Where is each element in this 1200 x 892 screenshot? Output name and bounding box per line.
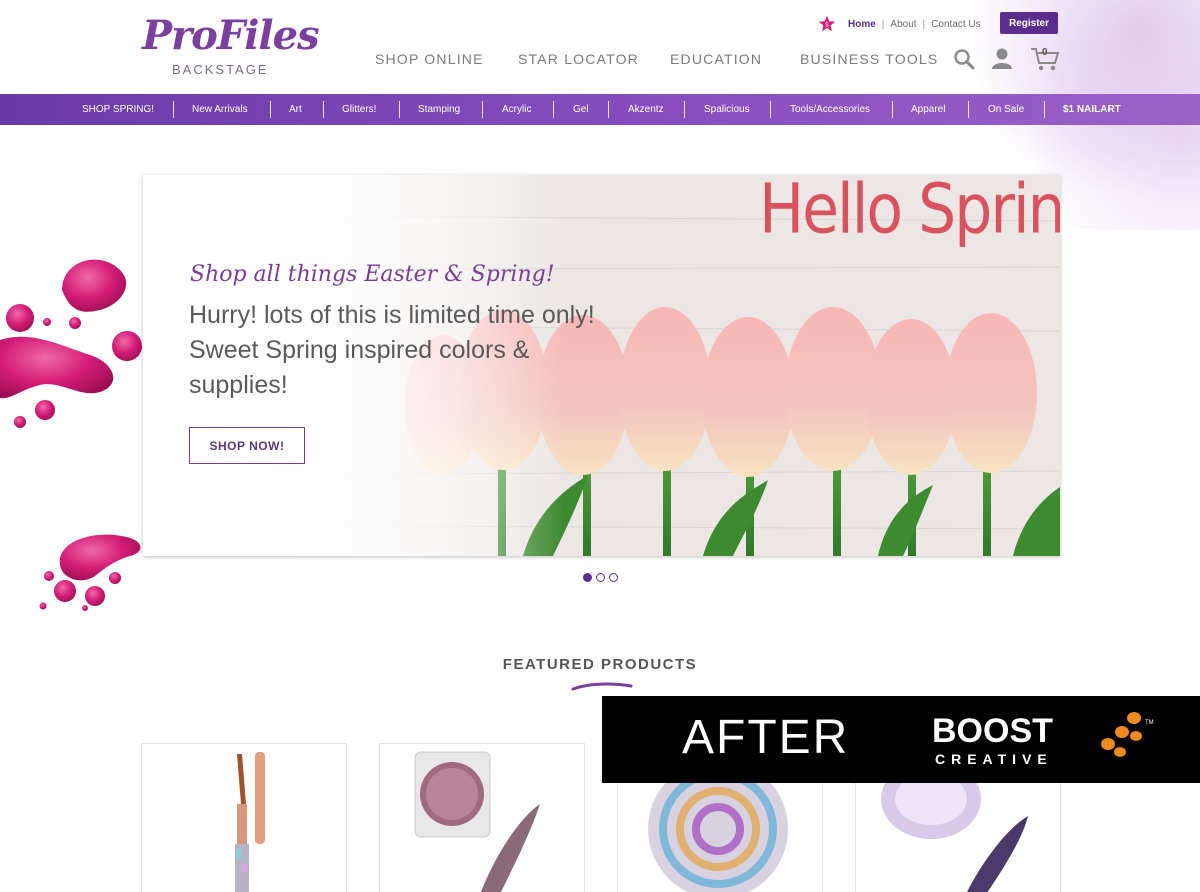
slider-dot-3[interactable] — [609, 573, 618, 582]
slider-dot-2[interactable] — [596, 573, 605, 582]
shop-now-button[interactable]: SHOP NOW! — [189, 427, 305, 464]
category-acrylic[interactable]: Acrylic — [502, 94, 531, 125]
product-card-glitter-jar[interactable] — [379, 743, 585, 892]
banner-after-label: AFTER — [682, 711, 850, 764]
hero-image-headline: Hello Spring — [759, 175, 1060, 250]
cart-count-badge: 0 — [1042, 47, 1048, 58]
category-glitters[interactable]: Glitters! — [342, 94, 376, 125]
product-card-brush[interactable] — [141, 743, 347, 892]
category-divider — [173, 101, 174, 118]
logo-subtitle: BACKSTAGE — [172, 62, 269, 77]
hero-body-text: Hurry! lots of this is limited time only… — [189, 301, 595, 399]
category-divider — [684, 101, 685, 118]
category-apparel[interactable]: Apparel — [911, 94, 945, 125]
category-divider — [553, 101, 554, 118]
category-akzentz[interactable]: Akzentz — [628, 94, 664, 125]
search-icon[interactable] — [953, 48, 975, 70]
category-divider — [482, 101, 483, 118]
account-icon[interactable] — [990, 46, 1014, 70]
category-divider — [399, 101, 400, 118]
category-gel[interactable]: Gel — [573, 94, 589, 125]
pink-paint-splash-bottom — [39, 534, 141, 611]
site-logo[interactable]: ProFiles BACKSTAGE — [142, 12, 320, 82]
logo-wordmark: ProFiles — [142, 12, 320, 59]
svg-text:$: $ — [825, 22, 829, 29]
nav-contact-link[interactable]: Contact Us — [931, 19, 980, 30]
category-tools-accessories[interactable]: Tools/Accessories — [790, 94, 870, 125]
hero-script-heading: Shop all things Easter & Spring! — [190, 262, 555, 287]
category-divider — [968, 101, 969, 118]
main-nav-education[interactable]: EDUCATION — [670, 51, 762, 67]
category-nailart[interactable]: $1 NAILART — [1063, 94, 1121, 125]
product-image-brush — [235, 752, 265, 892]
category-divider — [892, 101, 893, 118]
pink-paint-splash-top — [0, 259, 142, 428]
main-nav-business-tools[interactable]: BUSINESS TOOLS — [800, 51, 938, 67]
heading-underline-swoosh — [571, 682, 633, 691]
utility-nav: $ Home | About | Contact Us — [818, 12, 981, 36]
boost-logo-text: BOOST — [932, 712, 1053, 750]
boost-logo-subtext: CREATIVE — [935, 751, 1053, 767]
nav-about-link[interactable]: About — [890, 19, 916, 30]
category-divider — [323, 101, 324, 118]
category-art[interactable]: Art — [289, 94, 302, 125]
category-spalicious[interactable]: Spalicious — [704, 94, 750, 125]
category-new-arrivals[interactable]: New Arrivals — [192, 94, 248, 125]
category-divider — [270, 101, 271, 118]
category-divider — [770, 101, 771, 118]
featured-products-heading: FEATURED PRODUCTS — [502, 656, 698, 673]
category-stamping[interactable]: Stamping — [418, 94, 460, 125]
category-bar: SHOP SPRING! New Arrivals Art Glitters! … — [0, 94, 1200, 125]
product-image-glitter-jar — [414, 751, 540, 892]
hero-slider[interactable]: Hello Spring Shop all things Easter & Sp… — [143, 175, 1060, 556]
nav-separator: | — [881, 18, 885, 30]
category-on-sale[interactable]: On Sale — [988, 94, 1024, 125]
main-nav-shop-online[interactable]: SHOP ONLINE — [375, 51, 484, 67]
after-boost-banner: AFTER BOOST CREATIVE TM — [602, 696, 1200, 783]
star-badge-icon: $ — [818, 15, 836, 32]
boost-logo-dots-icon — [1101, 712, 1142, 757]
category-divider — [608, 101, 609, 118]
nav-home-link[interactable]: Home — [848, 19, 876, 30]
register-button[interactable]: Register — [1000, 12, 1058, 34]
slider-pagination — [583, 573, 618, 582]
slider-dot-1[interactable] — [583, 573, 592, 582]
nav-separator: | — [922, 18, 926, 30]
trademark-mark: TM — [1145, 720, 1154, 726]
category-shop-spring[interactable]: SHOP SPRING! — [82, 94, 154, 125]
main-nav-star-locator[interactable]: STAR LOCATOR — [518, 51, 639, 67]
category-divider — [1044, 101, 1045, 118]
site-header: ProFiles BACKSTAGE $ Home | About | Cont… — [0, 0, 1200, 230]
